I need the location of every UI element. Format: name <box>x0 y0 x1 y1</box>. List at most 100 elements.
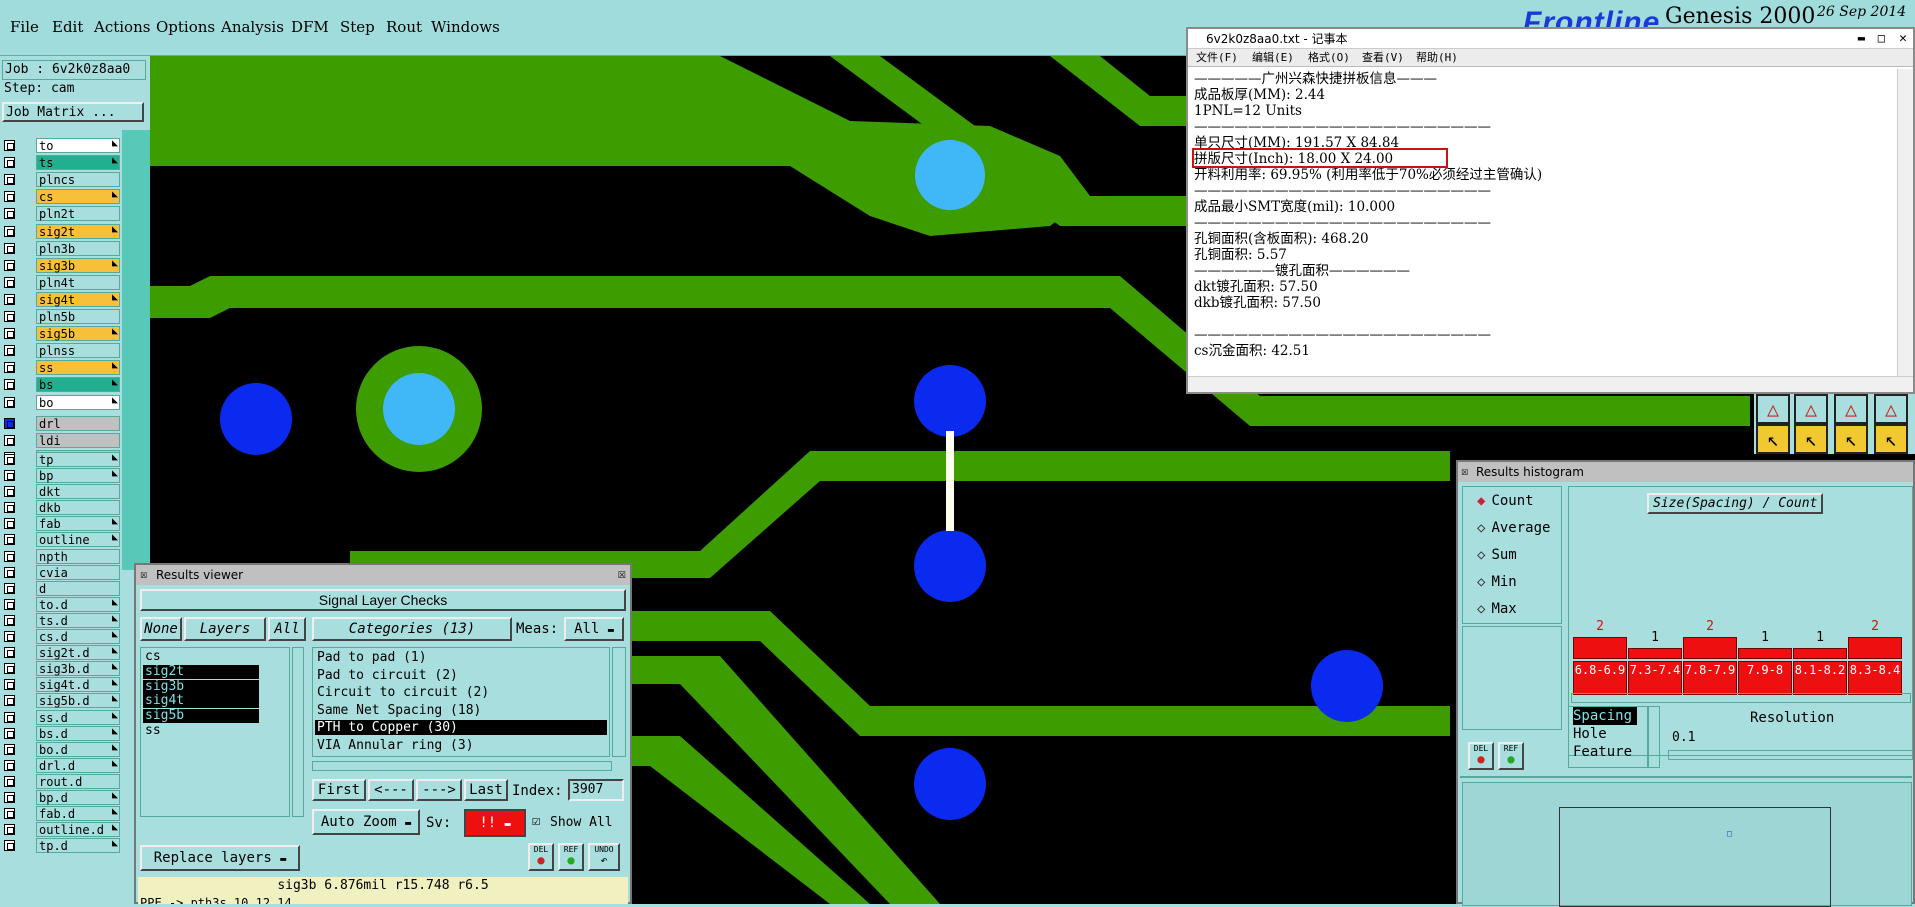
layer-row-to-d[interactable]: to.d ◣ <box>2 596 120 612</box>
pointer-icon[interactable]: ↖ <box>1794 424 1828 454</box>
category-item[interactable]: Pad to pad (1) <box>315 650 607 665</box>
undo-icon[interactable]: UNDO ↶ <box>588 843 620 871</box>
radio-min[interactable]: Min <box>1477 574 1516 590</box>
layer-name[interactable]: bo.d <box>36 741 120 757</box>
replace-layers-button[interactable]: Replace layers ▬ <box>140 845 300 871</box>
category-scrollbar[interactable] <box>612 647 626 757</box>
layer-checkbox[interactable] <box>4 792 15 803</box>
pointer-icon[interactable]: ↖ <box>1874 424 1908 454</box>
layer-name[interactable]: pln3b <box>36 240 120 256</box>
close-icon[interactable]: ☒ <box>618 566 626 582</box>
layer-name[interactable]: fab.d <box>36 806 120 822</box>
histogram-bar[interactable] <box>1573 637 1627 659</box>
all-button[interactable]: All <box>268 617 306 641</box>
notepad-hscrollbar[interactable] <box>1188 376 1913 392</box>
delete-icon[interactable]: DEL ● <box>528 843 554 871</box>
layer-checkbox[interactable] <box>4 679 15 691</box>
layer-checkbox[interactable] <box>4 775 15 787</box>
meas-select[interactable]: All ▬ <box>564 617 624 641</box>
layer-row-ts[interactable]: ts ◣ <box>2 155 120 171</box>
layer-name[interactable]: plncs <box>36 172 120 188</box>
layer-list-scrollbar[interactable] <box>292 647 304 817</box>
layer-checkbox[interactable] <box>4 191 15 203</box>
layer-results-list[interactable]: cs sig2t sig3b sig4t sig5b ss <box>140 647 290 817</box>
menu-options[interactable]: Options <box>156 18 215 36</box>
layer-name[interactable]: plnss <box>36 343 120 359</box>
layer-name[interactable]: dkt <box>36 484 120 500</box>
layer-row-ss[interactable]: ss ◣ <box>2 360 120 376</box>
layer-row-npth[interactable]: npth <box>2 548 120 564</box>
layer-row-pln5b[interactable]: pln5b <box>2 309 120 324</box>
layer-checkbox[interactable] <box>4 276 15 288</box>
layer-row-bs-d[interactable]: bs.d ◣ <box>2 725 120 741</box>
np-menu-file[interactable]: 文件(F) <box>1196 49 1238 67</box>
histogram-scrollbar[interactable] <box>1571 693 1911 703</box>
layer-checkbox[interactable] <box>4 259 15 271</box>
layer-checkbox[interactable] <box>4 743 15 755</box>
layer-row-tp[interactable]: tp ◣ <box>2 451 120 467</box>
histogram-bar[interactable] <box>1848 637 1902 659</box>
category-item[interactable]: Same Net Spacing (18) <box>315 703 607 718</box>
result-layer-item[interactable]: ss <box>143 724 259 738</box>
layer-row-cs-d[interactable]: cs.d ◣ <box>2 629 120 644</box>
kind-scrollbar[interactable] <box>1648 706 1660 768</box>
layer-row-sig5b[interactable]: sig5b ◣ <box>2 326 120 342</box>
category-item[interactable]: VIA Annular ring (3) <box>315 738 607 753</box>
triangle-tool-icon[interactable]: △ <box>1834 394 1868 424</box>
layer-name[interactable]: ts <box>36 155 120 171</box>
category-hscrollbar[interactable] <box>312 761 612 771</box>
layer-checkbox[interactable] <box>4 695 15 707</box>
category-item[interactable]: PTH to Copper (30) <box>315 720 607 736</box>
triangle-tool-icon[interactable]: △ <box>1794 394 1828 424</box>
layer-name[interactable]: sig2t.d <box>36 645 120 661</box>
layer-checkbox[interactable] <box>4 502 15 514</box>
none-button[interactable]: None <box>140 617 182 641</box>
layer-checkbox[interactable] <box>4 566 15 578</box>
layer-row-sig3b-d[interactable]: sig3b.d ◣ <box>2 661 120 677</box>
layer-name[interactable]: ss <box>36 360 120 376</box>
layer-row-pln3b[interactable]: pln3b <box>2 240 120 256</box>
layer-scrollbar[interactable] <box>122 130 150 570</box>
last-button[interactable]: Last <box>464 779 508 801</box>
layer-row-drl[interactable]: drl <box>2 415 120 431</box>
triangle-tool-icon[interactable]: △ <box>1874 394 1908 424</box>
layer-row-fab-d[interactable]: fab.d ◣ <box>2 806 120 822</box>
maximize-icon[interactable]: □ <box>1878 31 1885 45</box>
layer-checkbox[interactable] <box>4 614 15 626</box>
delete-icon[interactable]: DEL ● <box>1468 742 1494 770</box>
board-preview[interactable]: □ <box>1462 782 1912 907</box>
layer-name[interactable]: cs <box>36 189 120 205</box>
radio-count[interactable]: Count <box>1477 493 1533 509</box>
layer-name[interactable]: outline <box>36 532 120 548</box>
histogram-bar[interactable] <box>1793 648 1847 659</box>
layer-checkbox[interactable] <box>4 140 15 151</box>
layer-name[interactable]: bp <box>36 468 120 483</box>
layer-checkbox[interactable] <box>4 417 15 429</box>
layer-row-cvia[interactable]: cvia <box>2 564 120 580</box>
layer-checkbox[interactable] <box>4 647 15 659</box>
layer-row-sig3b[interactable]: sig3b ◣ <box>2 257 120 273</box>
index-input[interactable]: 3907 <box>568 779 624 801</box>
layer-name[interactable]: bp.d <box>36 790 120 805</box>
layer-checkbox[interactable] <box>4 808 15 820</box>
layer-row-bs[interactable]: bs ◣ <box>2 377 120 393</box>
layer-checkbox[interactable] <box>4 663 15 675</box>
layer-row-fab[interactable]: fab ◣ <box>2 516 120 532</box>
severity-select[interactable]: !! ▬ <box>464 809 526 837</box>
np-menu-view[interactable]: 查看(V) <box>1362 49 1404 67</box>
window-menu-icon[interactable]: ☒ <box>140 567 147 581</box>
layer-checkbox[interactable] <box>4 242 15 254</box>
layer-checkbox[interactable] <box>4 453 15 465</box>
layer-checkbox[interactable] <box>4 582 15 594</box>
layer-row-tp-d[interactable]: tp.d ◣ <box>2 838 120 854</box>
layer-checkbox[interactable] <box>4 631 15 642</box>
window-menu-icon[interactable]: ☒ <box>1461 464 1468 478</box>
layer-checkbox[interactable] <box>4 518 15 530</box>
layer-row-bo-d[interactable]: bo.d ◣ <box>2 741 120 757</box>
layer-name[interactable]: npth <box>36 548 120 564</box>
layer-checkbox[interactable] <box>4 534 15 546</box>
layer-row-ss-d[interactable]: ss.d ◣ <box>2 709 120 725</box>
kind-spacing[interactable]: Spacing <box>1573 707 1637 725</box>
layer-row-d[interactable]: d <box>2 580 120 596</box>
layer-name[interactable]: sig4t <box>36 291 120 307</box>
